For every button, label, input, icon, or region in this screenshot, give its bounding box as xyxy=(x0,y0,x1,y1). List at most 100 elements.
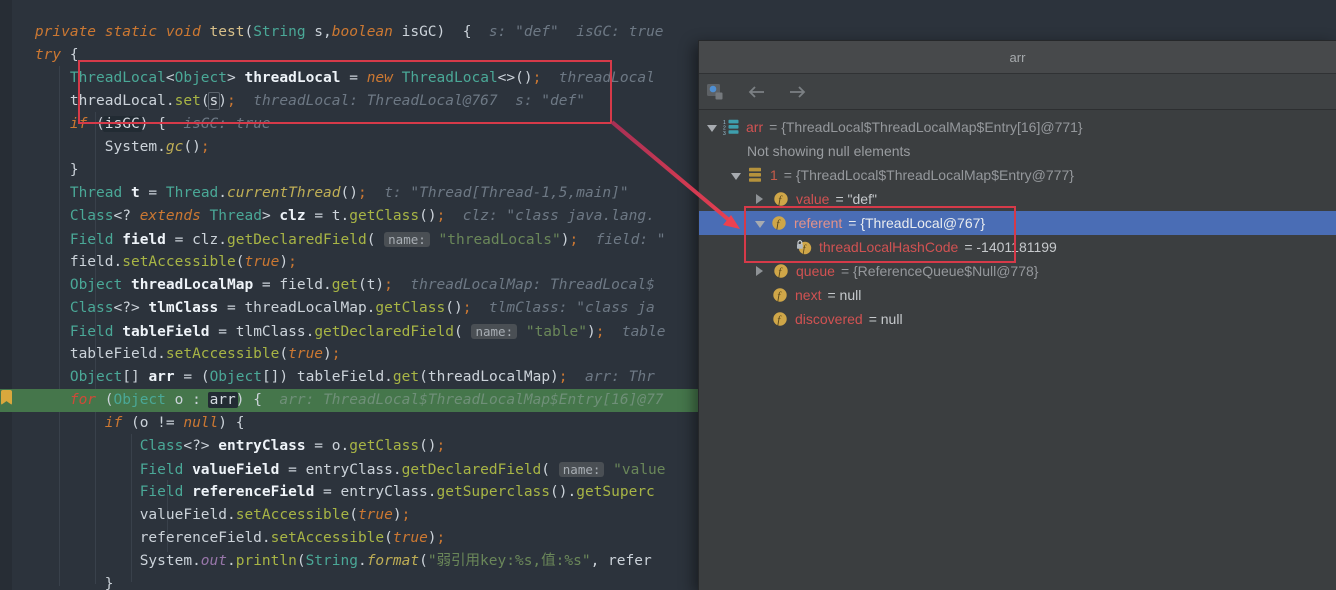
inline-debug-hint: tlmClass: "class ja xyxy=(471,300,654,316)
code-token: . xyxy=(358,553,367,569)
code-token: setAccessible xyxy=(236,507,350,523)
code-token xyxy=(0,208,70,224)
code-token: "弱引用key:%s,值:%s" xyxy=(428,553,591,569)
code-token xyxy=(0,484,140,500)
field-icon: f xyxy=(772,311,788,327)
code-token: Thread xyxy=(70,185,122,201)
tree-row-queue[interactable]: fqueue= {ReferenceQueue$Null@778} xyxy=(699,259,1336,283)
code-token: < xyxy=(166,70,175,86)
inline-debug-hint: arr: ThreadLocal$ThreadLocalMap$Entry[16… xyxy=(262,392,664,408)
code-token: String xyxy=(253,24,305,40)
code-token: (). xyxy=(550,484,576,500)
code-token xyxy=(0,438,140,454)
code-token: () xyxy=(445,300,462,316)
code-token: ; xyxy=(332,346,341,362)
code-token: valueField. xyxy=(140,507,236,523)
chevron-right-icon[interactable] xyxy=(756,194,763,204)
code-token: true xyxy=(358,507,393,523)
field-icon: f xyxy=(773,263,789,279)
code-token: Object xyxy=(114,392,166,408)
variables-tree[interactable]: 1 2 3 arr= {ThreadLocal$ThreadLocalMap$E… xyxy=(699,115,1336,590)
code-token: = entryClass. xyxy=(279,462,401,478)
code-token: Thread xyxy=(166,185,218,201)
code-token: ; xyxy=(437,438,446,454)
code-token: field. xyxy=(70,254,122,270)
referrers-folder-icon[interactable] xyxy=(704,80,730,104)
code-token xyxy=(114,232,123,248)
code-token xyxy=(0,369,70,385)
code-token: try xyxy=(35,47,61,63)
code-token: true xyxy=(393,530,428,546)
code-token: ( xyxy=(454,324,471,340)
field-lock-icon: f xyxy=(796,239,812,255)
code-token: ( xyxy=(367,232,384,248)
variable-name: next xyxy=(795,287,821,303)
tree-row-threadLocalHashCode[interactable]: f threadLocalHashCode= -1401181199 xyxy=(699,235,1336,259)
code-token: Field xyxy=(140,484,184,500)
array-bars-icon xyxy=(747,167,763,183)
code-token xyxy=(393,70,402,86)
tree-row-arr[interactable]: 1 2 3 arr= {ThreadLocal$ThreadLocalMap$E… xyxy=(699,115,1336,139)
code-token: true xyxy=(244,254,279,270)
code-token xyxy=(0,24,35,40)
code-token: tableField xyxy=(122,324,209,340)
tree-row-referent[interactable]: freferent= {ThreadLocal@767} xyxy=(699,211,1336,235)
code-token: getDeclaredField xyxy=(402,462,542,478)
tree-row-discovered[interactable]: fdiscovered= null xyxy=(699,307,1336,331)
code-token xyxy=(0,415,105,431)
code-token: String xyxy=(306,553,358,569)
chevron-down-icon[interactable] xyxy=(755,221,765,228)
inline-debug-hint: field: " xyxy=(578,232,665,248)
tree-row-value[interactable]: fvalue= "def" xyxy=(699,187,1336,211)
code-token: entryClass xyxy=(218,438,305,454)
back-arrow-icon[interactable] xyxy=(744,80,770,104)
variable-value: = {ThreadLocal$ThreadLocalMap$Entry@777} xyxy=(784,167,1074,183)
chevron-down-icon[interactable] xyxy=(707,125,717,132)
inline-debug-hint: table xyxy=(604,324,665,340)
variable-name: 1 xyxy=(770,167,778,183)
code-token: ; xyxy=(569,232,578,248)
tree-row-1[interactable]: 1 = {ThreadLocal$ThreadLocalMap$Entry@777… xyxy=(699,163,1336,187)
code-token: (threadLocalMap) xyxy=(419,369,559,385)
tree-note[interactable]: Not showing null elements xyxy=(699,139,1336,163)
code-token xyxy=(114,324,123,340)
code-token: referenceField xyxy=(192,484,314,500)
code-token: println xyxy=(236,553,297,569)
forward-arrow-icon[interactable] xyxy=(784,80,810,104)
code-token xyxy=(0,185,70,201)
code-token xyxy=(0,116,70,132)
code-token: tlmClass xyxy=(148,300,218,316)
tree-row-next[interactable]: fnext= null xyxy=(699,283,1336,307)
code-token: = threadLocalMap. xyxy=(218,300,375,316)
code-token: ) { xyxy=(236,392,262,408)
code-token: referenceField. xyxy=(140,530,271,546)
variable-name: discovered xyxy=(795,311,863,327)
variable-value: = {ThreadLocal@767} xyxy=(848,215,985,231)
code-token xyxy=(0,346,70,362)
code-token: <?> xyxy=(114,300,149,316)
code-token: getDeclaredField xyxy=(314,324,454,340)
code-token: ; xyxy=(437,530,446,546)
code-token: ; xyxy=(201,139,210,155)
code-token xyxy=(0,162,70,178)
inline-debug-hint: t: "Thread[Thread-1,5,main]" xyxy=(367,185,629,201)
popup-titlebar[interactable]: arr xyxy=(699,41,1336,74)
code-token xyxy=(122,185,131,201)
chevron-right-icon[interactable] xyxy=(756,266,763,276)
svg-text:3: 3 xyxy=(723,131,726,135)
code-token: Class xyxy=(140,438,184,454)
code-token xyxy=(0,254,70,270)
code-token: [] xyxy=(122,369,148,385)
variable-name: value xyxy=(796,191,829,207)
code-token: if xyxy=(70,116,87,132)
code-token: format xyxy=(367,553,419,569)
code-token: = ( xyxy=(175,369,210,385)
code-token: = field. xyxy=(253,277,332,293)
code-token: ( xyxy=(541,462,558,478)
code-token: (o != xyxy=(122,415,183,431)
highlighted-identifier: isGC xyxy=(103,116,142,132)
code-token xyxy=(183,484,192,500)
code-token xyxy=(183,462,192,478)
chevron-down-icon[interactable] xyxy=(731,173,741,180)
code-token: set xyxy=(175,93,201,109)
